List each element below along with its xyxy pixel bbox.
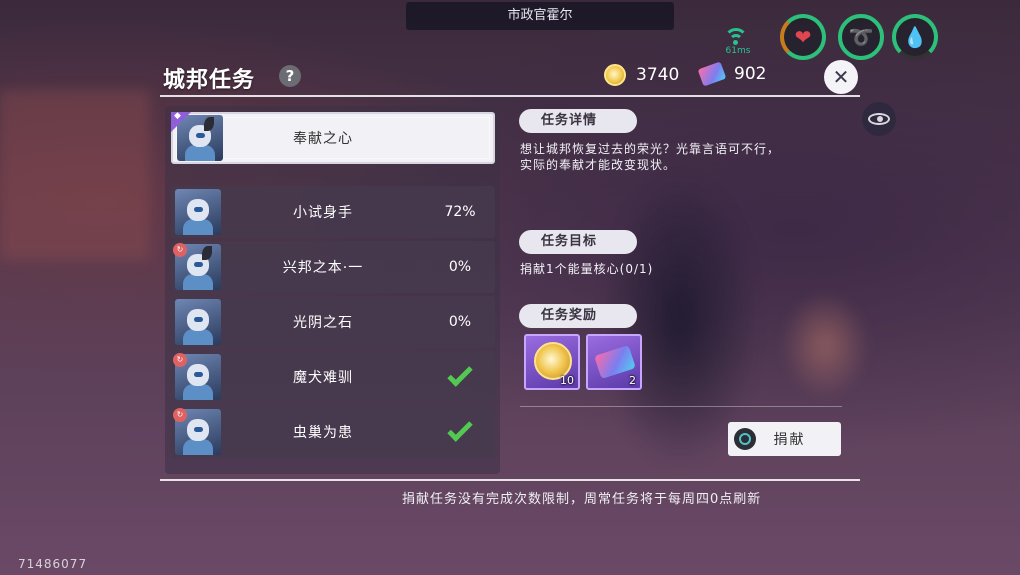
task-reward-tag: 任务奖励 [519,304,637,328]
task-item[interactable]: ↻ 兴邦之本·一 0% [171,241,495,293]
task-goal-tag: 任务目标 [519,230,637,254]
health-ring: ❤ [780,14,826,60]
footer-divider [160,479,860,481]
heart-icon: ❤ [794,25,812,49]
task-name: 魔犬难驯 [293,370,353,386]
task-detail-tag: 任务详情 [519,109,637,133]
task-progress: 0% [448,259,472,275]
task-description-line: 想让城邦恢复过去的荣光？光靠言语可不行， [520,142,781,156]
background-window [0,90,150,260]
donate-button-label: 捐献 [773,432,806,448]
task-progress: 0% [448,314,472,330]
task-item[interactable]: 小试身手 72% [171,186,495,238]
header-divider [160,95,860,97]
water-ring: 💧 [892,14,938,60]
task-name: 虫巢为患 [293,425,353,441]
ticket-amount: 902 [734,64,767,84]
help-button[interactable]: ? [279,65,301,87]
npc-avatar [177,115,223,161]
hide-ui-button[interactable] [862,102,896,136]
gold-currency: 3740 [604,64,679,86]
user-id: 71486077 [18,557,88,571]
task-item-selected[interactable]: 奉献之心 [171,112,495,164]
eye-icon [868,113,890,125]
weekly-badge-icon: ↻ [173,353,187,367]
donate-button[interactable]: 捐献 [728,422,841,456]
ping-label: 61ms [725,46,751,56]
task-item[interactable]: ↻ 魔犬难驯 [171,351,495,403]
stamina-icon: ➰ [848,25,874,49]
page-title: 城邦任务 [163,68,256,93]
detail-divider [520,406,842,407]
controller-button-icon [734,428,756,450]
task-description-line: 实际的奉献才能改变现状。 [520,158,677,172]
task-progress: 72% [444,204,476,220]
gold-amount: 3740 [636,65,680,85]
water-icon: 💧 [902,25,928,49]
reward-item-ticket[interactable]: 2 [586,334,642,390]
weekly-badge-icon: ↻ [173,243,187,257]
completed-check-icon [425,416,495,442]
npc-avatar [175,189,221,235]
task-description: 想让城邦恢复过去的荣光？光靠言语可不行， 实际的奉献才能改变现状。 [520,141,850,173]
completed-check-icon [425,361,495,387]
task-name: 奉献之心 [293,131,353,147]
reward-item-gold[interactable]: 10 [524,334,580,390]
npc-avatar [175,299,221,345]
npc-name-label: 市政官霍尔 [406,2,674,30]
footer-note: 捐献任务没有完成次数限制，周常任务将于每周四0点刷新 [402,492,762,507]
reward-count: 2 [629,374,636,387]
background-arrow [780,290,870,400]
task-name: 光阴之石 [293,315,353,331]
task-item[interactable]: ↻ 虫巢为患 [171,406,495,458]
ticket-icon [697,61,727,87]
task-name: 兴邦之本·一 [282,260,364,276]
close-button[interactable]: ✕ [824,60,858,94]
gold-coin-icon [604,64,626,86]
ticket-currency: 902 [697,61,767,87]
task-list[interactable]: 奉献之心 小试身手 72% ↻ 兴邦之本·一 0% 光阴之石 0% ↻ 魔犬难驯… [165,106,500,474]
reward-count: 10 [560,374,574,387]
task-name: 小试身手 [293,205,353,221]
task-goal-text: 捐献1个能量核心(0/1) [520,262,654,276]
task-item[interactable]: 光阴之石 0% [171,296,495,348]
stamina-ring: ➰ [838,14,884,60]
weekly-badge-icon: ↻ [173,408,187,422]
